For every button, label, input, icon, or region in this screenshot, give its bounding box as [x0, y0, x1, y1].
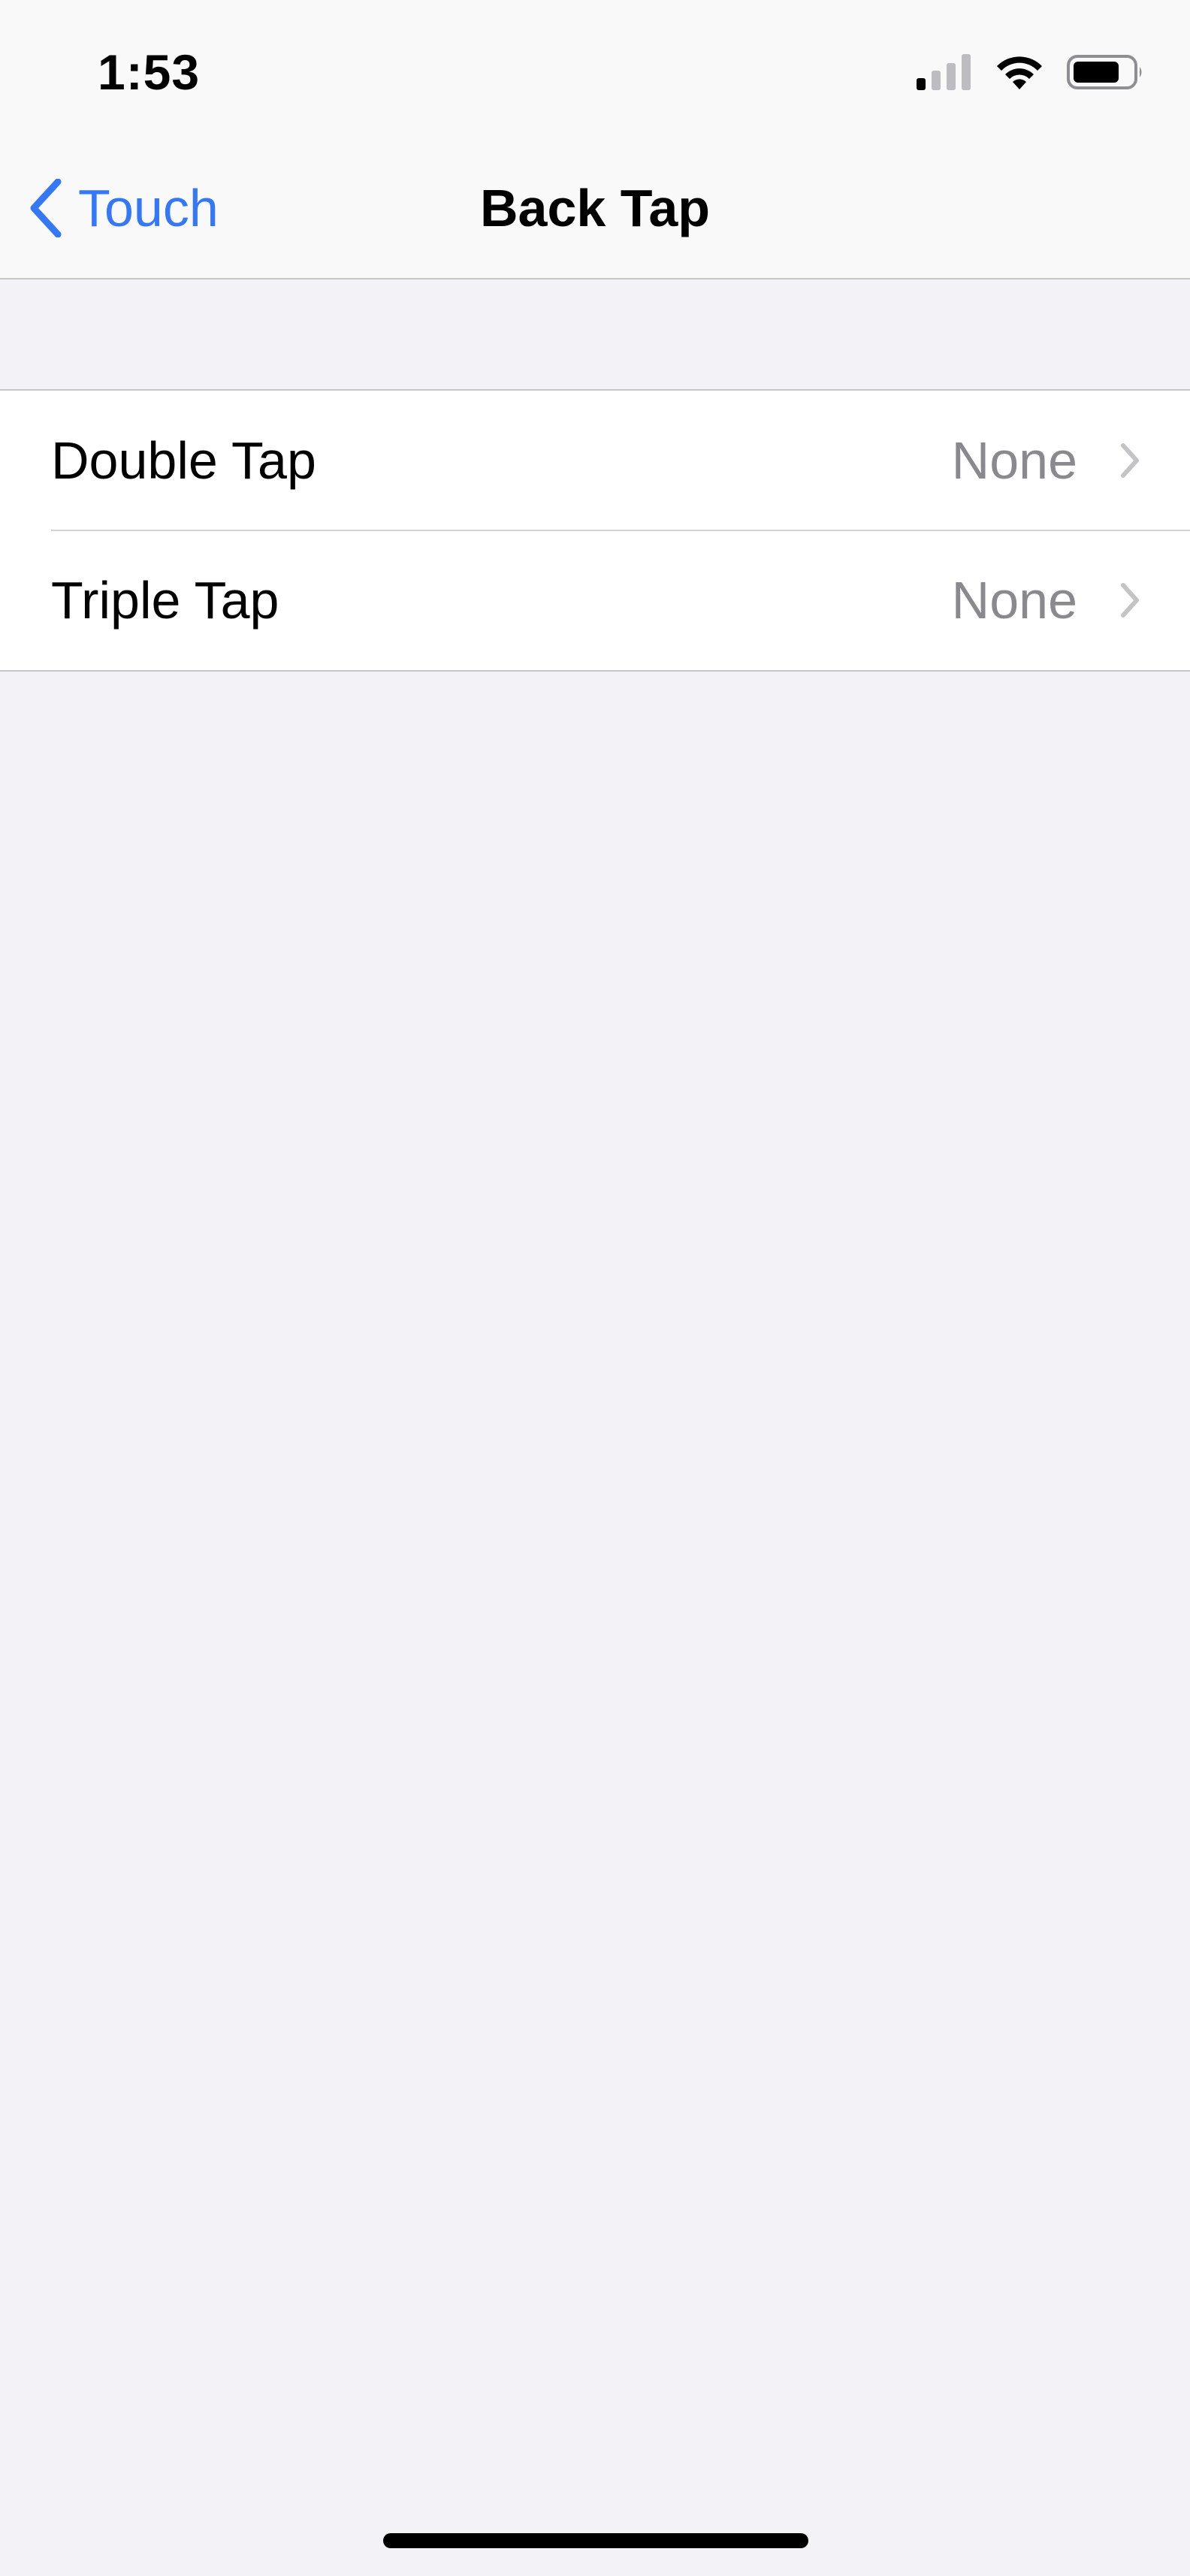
chevron-right-icon: [1115, 438, 1145, 483]
battery-icon: [1067, 53, 1145, 95]
chevron-left-icon: [23, 178, 68, 238]
status-bar: 1:53: [0, 0, 1190, 139]
back-button-label: Touch: [78, 179, 219, 237]
list-item-triple-tap[interactable]: Triple Tap None: [0, 530, 1190, 670]
cellular-signal-icon: [917, 53, 972, 94]
wifi-icon: [995, 53, 1044, 95]
list-item-value: None: [951, 571, 1077, 630]
list-item-label: Double Tap: [51, 431, 316, 490]
navigation-bar: Back Tap Touch: [0, 139, 1190, 279]
settings-list: Double Tap None Triple Tap None: [0, 389, 1190, 672]
status-time: 1:53: [98, 44, 201, 100]
list-item-label: Triple Tap: [51, 571, 279, 630]
back-button[interactable]: Touch: [23, 178, 219, 238]
list-item-value: None: [951, 431, 1077, 490]
status-icons: [917, 53, 1145, 95]
list-item-double-tap[interactable]: Double Tap None: [0, 391, 1190, 530]
home-indicator[interactable]: [383, 2533, 808, 2548]
chevron-right-icon: [1115, 578, 1145, 623]
